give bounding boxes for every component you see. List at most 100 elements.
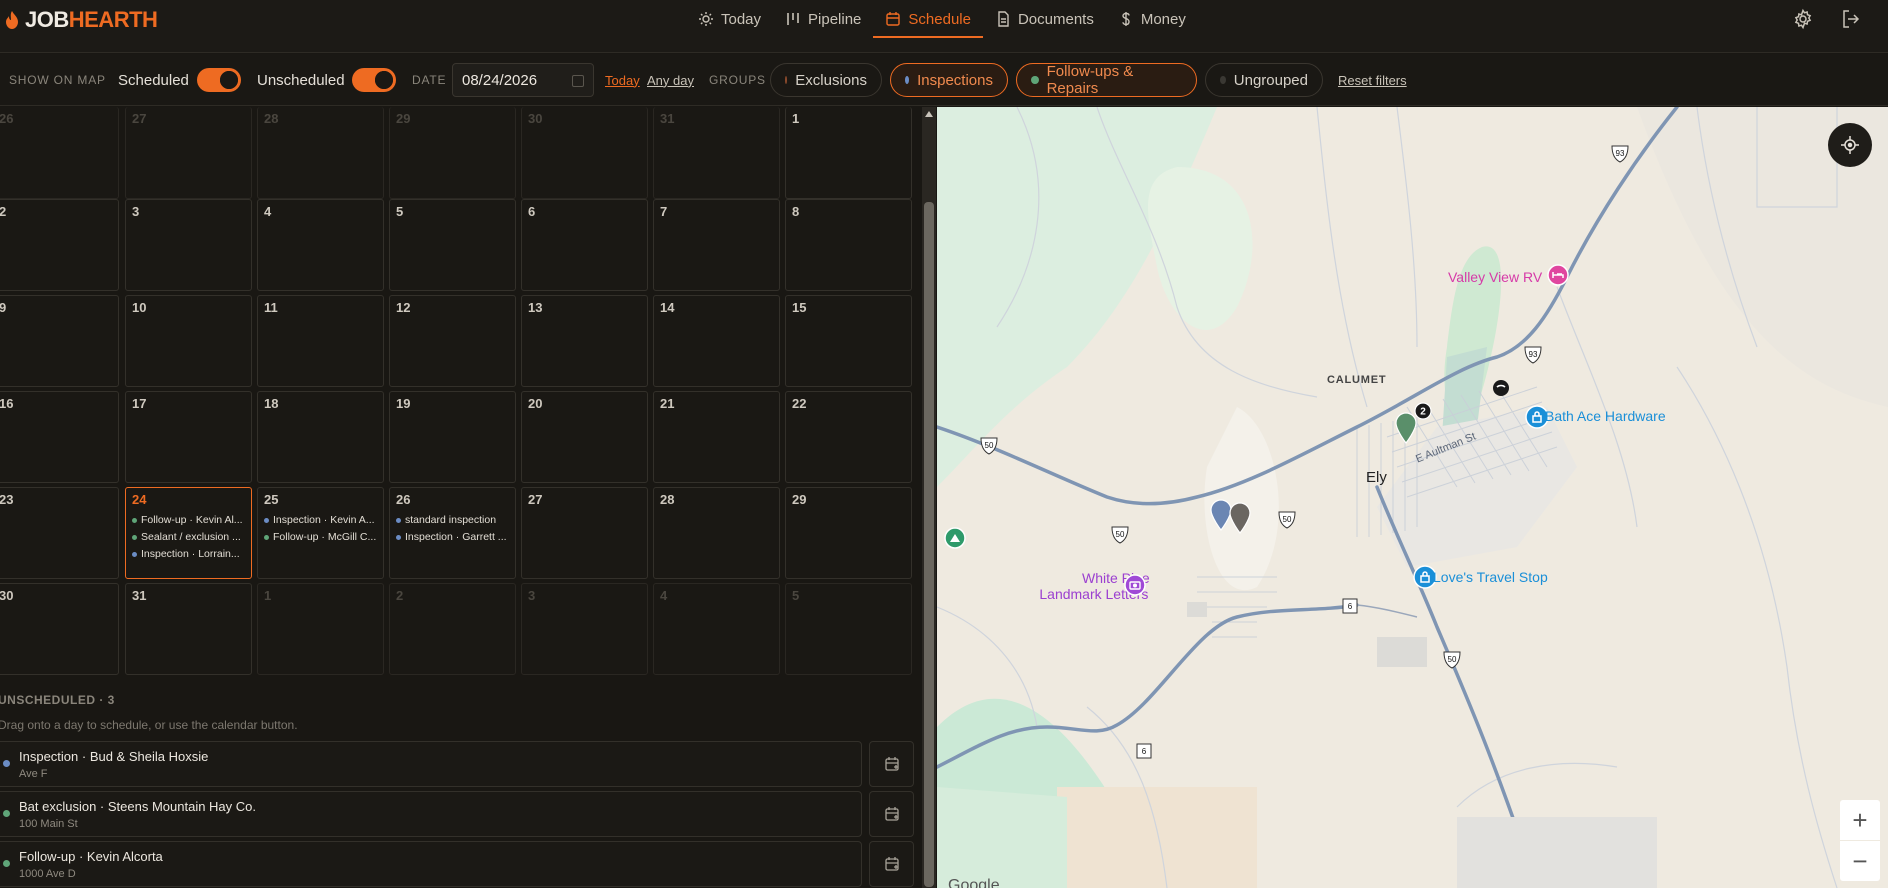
cluster-count-badge[interactable]: 2	[1414, 402, 1432, 420]
day-cell[interactable]: 4	[257, 199, 384, 291]
map-label-bath-ace[interactable]: Bath Ace Hardware	[1545, 408, 1666, 424]
nav-today[interactable]: Today	[686, 0, 773, 38]
day-cell[interactable]: 28	[257, 107, 384, 199]
day-cell[interactable]: 18	[257, 391, 384, 483]
map-view[interactable]: 93 93 50 50 50 6 50 6 Valley View RV CAL…	[937, 107, 1888, 888]
landmark-pin-icon[interactable]	[1124, 574, 1146, 596]
gear-icon[interactable]	[1792, 8, 1814, 30]
day-cell[interactable]: 3	[125, 199, 252, 291]
locate-me-button[interactable]	[1828, 123, 1872, 167]
day-number: 25	[264, 492, 279, 507]
day-cell[interactable]: 16	[0, 391, 119, 483]
calendar-event[interactable]: Follow-up · McGill C...	[264, 531, 382, 543]
nav-schedule[interactable]: Schedule	[873, 0, 983, 38]
day-cell[interactable]: 26 standard inspection Inspection · Garr…	[389, 487, 516, 579]
event-label: standard inspection	[405, 514, 497, 526]
calendar-event[interactable]: Inspection · Garrett ...	[396, 531, 514, 543]
day-cell[interactable]: 31	[125, 583, 252, 675]
today-link[interactable]: Today	[605, 54, 640, 106]
day-cell[interactable]: 27	[521, 487, 648, 579]
any-day-link[interactable]: Any day	[647, 54, 694, 106]
schedule-button[interactable]	[869, 841, 914, 887]
event-label: Inspection · Lorrain...	[141, 548, 240, 560]
reset-filters-link[interactable]: Reset filters	[1338, 54, 1407, 106]
nav-documents[interactable]: Documents	[983, 0, 1106, 38]
scheduled-toggle[interactable]	[197, 68, 241, 92]
day-cell[interactable]: 22	[785, 391, 912, 483]
calendar-event[interactable]: standard inspection	[396, 514, 514, 526]
day-cell[interactable]: 1	[257, 583, 384, 675]
day-cell[interactable]: 4	[653, 583, 780, 675]
day-cell[interactable]: 10	[125, 295, 252, 387]
day-number: 3	[132, 204, 140, 219]
map-label-loves[interactable]: Love's Travel Stop	[1433, 569, 1548, 585]
group-chip-ungrouped[interactable]: Ungrouped	[1205, 63, 1323, 97]
day-cell[interactable]: 21	[653, 391, 780, 483]
day-cell[interactable]: 25 Inspection · Kevin A... Follow-up · M…	[257, 487, 384, 579]
day-cell[interactable]: 31	[653, 107, 780, 199]
nav-pipeline[interactable]: Pipeline	[773, 0, 873, 38]
calendar-event[interactable]: Inspection · Lorrain...	[132, 548, 250, 560]
day-cell[interactable]: 1	[785, 107, 912, 199]
day-cell[interactable]: 8	[785, 199, 912, 291]
unscheduled-toggle[interactable]	[352, 68, 396, 92]
group-chip-followups[interactable]: Follow-ups & Repairs	[1016, 63, 1197, 97]
day-cell[interactable]: 2	[0, 199, 119, 291]
group-chip-inspections[interactable]: Inspections	[890, 63, 1008, 97]
day-cell[interactable]: 5	[389, 199, 516, 291]
job-marker[interactable]	[1227, 502, 1253, 534]
day-cell[interactable]: 19	[389, 391, 516, 483]
day-cell[interactable]: 3	[521, 583, 648, 675]
day-cell[interactable]: 27	[125, 107, 252, 199]
day-cell[interactable]: 7	[653, 199, 780, 291]
scroll-up-arrow[interactable]	[925, 111, 933, 117]
day-cell[interactable]: 30	[521, 107, 648, 199]
calendar-event[interactable]: Inspection · Kevin A...	[264, 514, 382, 526]
group-label-ungrouped: Ungrouped	[1233, 71, 1308, 89]
day-cell[interactable]: 29	[389, 107, 516, 199]
scrollbar-thumb[interactable]	[924, 202, 934, 887]
logout-icon[interactable]	[1840, 8, 1862, 30]
day-cell[interactable]: 6	[521, 199, 648, 291]
day-cell[interactable]: 20	[521, 391, 648, 483]
zoom-out-button[interactable]: −	[1840, 841, 1880, 881]
day-cell[interactable]: 12	[389, 295, 516, 387]
item-dot	[3, 760, 10, 767]
day-cell[interactable]: 28	[653, 487, 780, 579]
park-pin-icon[interactable]	[944, 527, 966, 549]
day-cell[interactable]: 5	[785, 583, 912, 675]
date-input[interactable]: 08/24/2026	[452, 63, 594, 97]
day-number: 1	[792, 111, 800, 126]
route-shield: 50	[980, 437, 998, 455]
unscheduled-item[interactable]: Inspection · Bud & Sheila Hoxsie Ave F	[0, 741, 862, 787]
day-cell[interactable]: 30	[0, 583, 119, 675]
nav-money[interactable]: Money	[1106, 0, 1198, 38]
day-cell[interactable]: 11	[257, 295, 384, 387]
map-label-valley-view[interactable]: Valley View RV	[1448, 269, 1542, 285]
day-cell[interactable]: 13	[521, 295, 648, 387]
day-cell[interactable]: 26	[0, 107, 119, 199]
group-chip-exclusions[interactable]: Exclusions	[770, 63, 882, 97]
day-cell-today[interactable]: 24 Follow-up · Kevin Al... Sealant / exc…	[125, 487, 252, 579]
zoom-in-button[interactable]: +	[1840, 800, 1880, 840]
calendar-picker-icon[interactable]	[572, 75, 584, 87]
gas-station-icon[interactable]	[1492, 379, 1510, 397]
map-label-ely: Ely	[1366, 469, 1387, 486]
day-cell[interactable]: 2	[389, 583, 516, 675]
day-cell[interactable]: 29	[785, 487, 912, 579]
day-cell[interactable]: 9	[0, 295, 119, 387]
day-cell[interactable]: 14	[653, 295, 780, 387]
unscheduled-item[interactable]: Bat exclusion · Steens Mountain Hay Co. …	[0, 791, 862, 837]
item-title: Follow-up · Kevin Alcorta	[19, 849, 163, 864]
lodging-pin-icon[interactable]	[1547, 264, 1569, 286]
schedule-button[interactable]	[869, 741, 914, 787]
app-logo[interactable]: JOBHEARTH	[6, 7, 158, 33]
day-cell[interactable]: 17	[125, 391, 252, 483]
calendar-event[interactable]: Sealant / exclusion ...	[132, 531, 250, 543]
calendar-event[interactable]: Follow-up · Kevin Al...	[132, 514, 250, 526]
unscheduled-item[interactable]: Follow-up · Kevin Alcorta 1000 Ave D	[0, 841, 862, 887]
day-cell[interactable]: 15	[785, 295, 912, 387]
schedule-button[interactable]	[869, 791, 914, 837]
calendar-scrollbar[interactable]	[922, 107, 936, 888]
day-cell[interactable]: 23	[0, 487, 119, 579]
